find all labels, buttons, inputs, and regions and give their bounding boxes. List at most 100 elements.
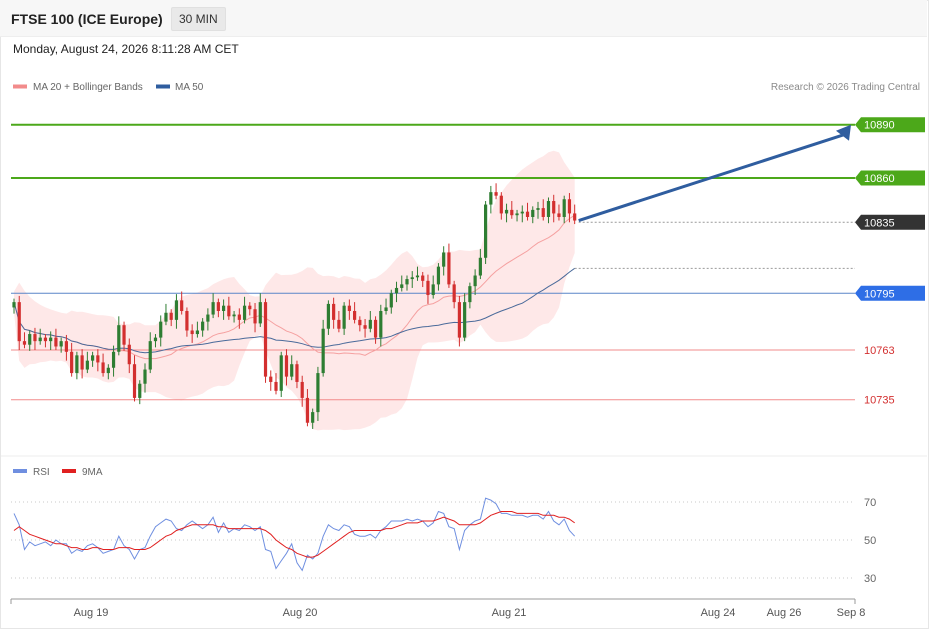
ma50-legend-swatch [156,84,170,89]
level-label-10860: 10860 [864,173,895,185]
candle-body [415,275,420,278]
candle-body [363,325,367,329]
candle-body [295,364,299,382]
time-axis-label: Aug 19 [74,607,109,619]
candle-body [190,330,194,335]
level-label-10735: 10735 [864,395,895,407]
candle-body [400,284,404,288]
candle-body [546,201,551,217]
candle-body [33,334,37,342]
candle-body [557,213,561,217]
ma20-legend-label: MA 20 + Bollinger Bands [33,82,143,93]
candle-body [242,305,247,320]
rsi-panel: 70 50 30 [11,497,876,585]
candle-body [43,337,48,342]
time-axis-label: Aug 24 [701,607,736,619]
candle-body [421,275,425,281]
candle-body [195,330,199,335]
rsi-ma-legend-swatch [62,469,76,473]
rsi-ma-legend-label: 9MA [82,467,103,478]
candle-body [180,300,184,311]
candle-body [70,351,74,374]
candle-body [337,319,341,329]
candle-body [174,300,179,320]
rsi-tick-70: 70 [864,497,876,509]
candle-body [567,199,572,214]
candle-body [342,305,346,329]
candle-body [127,344,131,365]
candle-body [379,310,383,338]
candle-body [64,341,68,352]
candle-body [96,355,100,363]
candle-body [442,252,446,267]
candle-body [353,310,357,320]
candle-body [101,362,105,374]
time-axis-label: Sep 8 [837,607,866,619]
candle-body [132,364,137,398]
rsi-tick-50: 50 [864,535,876,547]
candle-body [520,211,524,214]
price-legend: MA 20 + Bollinger Bands MA 50 [13,82,204,93]
candle-body [91,355,95,361]
rsi-line [13,497,576,572]
candle-body [347,305,351,311]
candle-body [253,309,257,324]
candle-body [237,314,241,320]
candle-body [201,321,205,331]
candle-body [258,302,262,324]
level-label-10795: 10795 [864,288,895,300]
candle-body [541,208,545,217]
candle-body [447,252,451,285]
candle-body [85,360,89,370]
level-label-10763: 10763 [864,345,895,357]
candle-body [515,213,519,216]
candle-body [426,280,430,296]
rsi-legend-swatch [13,469,27,473]
candle-body [326,303,330,329]
candle-body [457,302,461,338]
candle-body [153,337,158,342]
candle-body [216,302,220,311]
level-labels: 10890 10860 10835 10795 10763 10735 [855,117,925,407]
candle-body [185,310,189,331]
candle-body [248,305,252,310]
rsi-legend-label: RSI [33,467,50,478]
candle-body [206,314,210,322]
candle-body [436,266,441,285]
candle-body [227,305,231,317]
candle-body [143,369,147,384]
candle-body [290,364,294,377]
level-label-10890: 10890 [864,120,895,132]
candle-body [12,302,16,308]
rsi-legend: RSI 9MA [13,467,103,478]
candle-body [54,337,58,347]
forecast-arrow-head [836,124,851,141]
price-chart: MA 20 + Bollinger Bands MA 50 Research ©… [1,82,927,619]
candle-body [222,305,226,311]
candle-body [138,383,142,398]
candle-body [232,314,236,317]
candle-body [117,325,121,352]
candle-body [311,412,315,423]
candle-body [59,341,63,347]
candle-body [17,302,21,342]
candle-body [499,195,503,214]
candle-body [169,312,173,320]
candle-body [389,293,393,308]
candle-body [368,319,372,329]
candle-body [373,319,378,338]
candle-body [573,213,577,221]
candle-body [489,192,493,205]
candle-body [394,287,399,294]
candle-body [531,209,535,217]
candle-body [321,328,325,374]
candle-body [22,341,27,345]
candle-body [300,381,304,398]
candle-body [358,319,362,326]
candle-body [478,257,482,276]
candle-body [468,286,472,303]
candle-body [75,355,79,374]
candle-body [473,275,477,287]
candle-body [504,209,509,214]
candle-body [159,321,163,338]
